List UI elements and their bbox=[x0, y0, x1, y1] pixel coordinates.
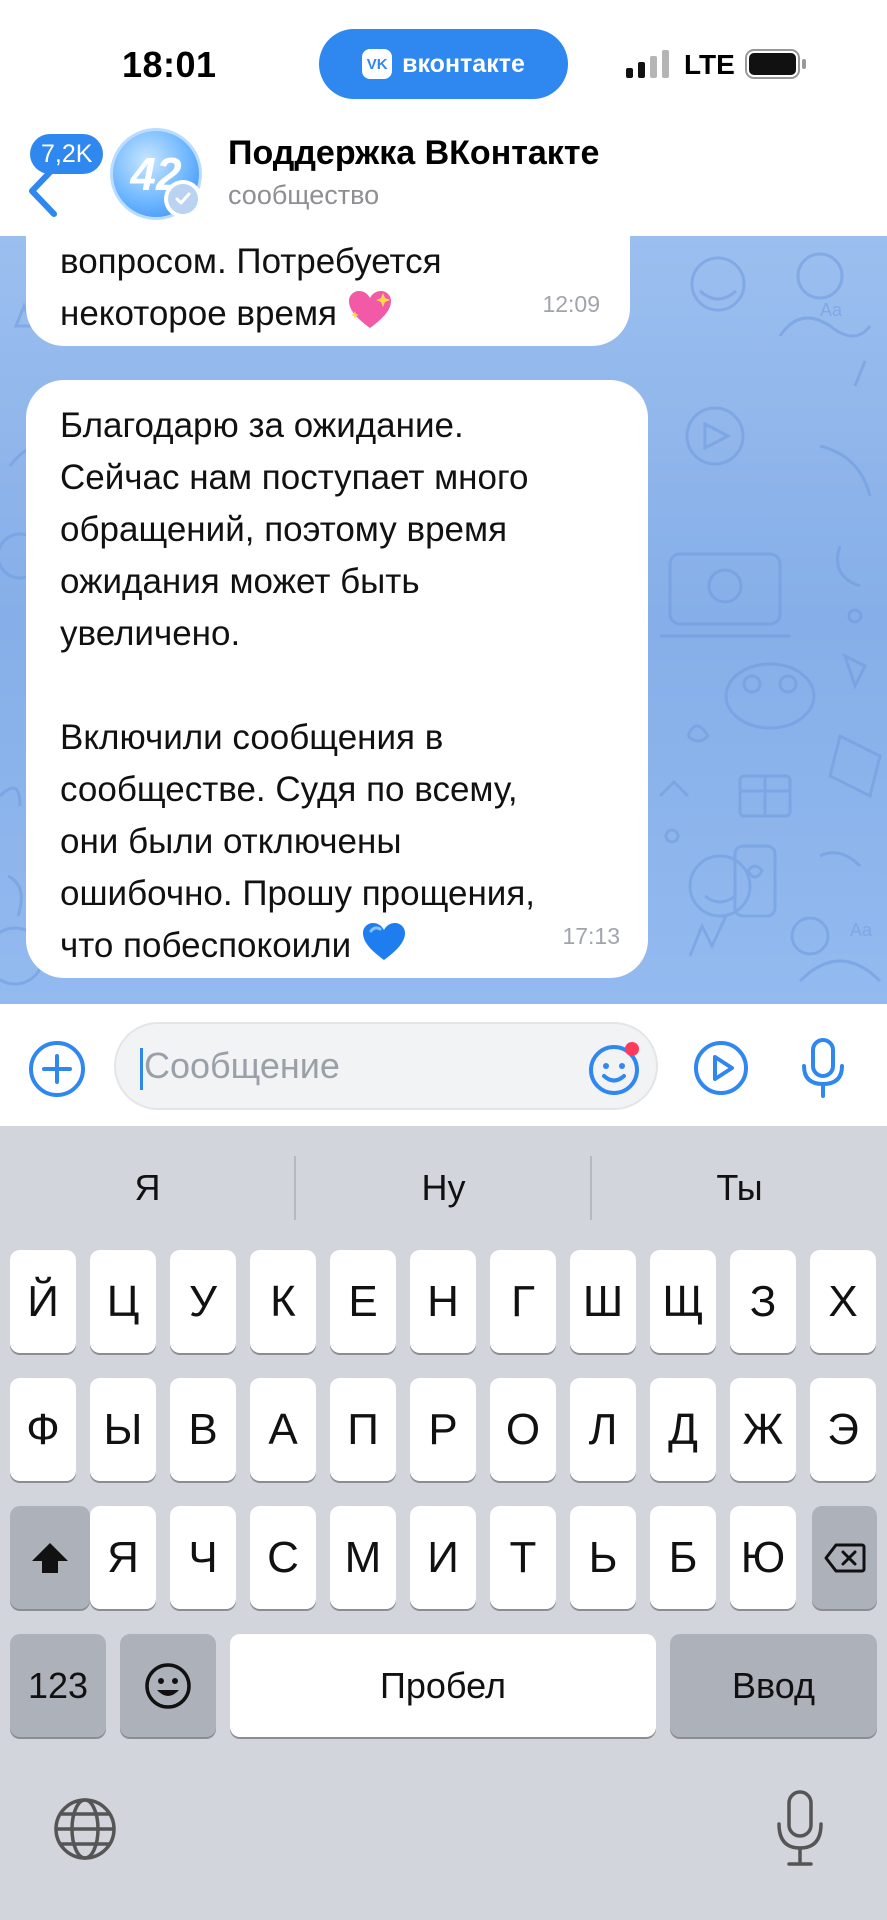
verified-check-icon bbox=[175, 192, 191, 205]
backspace-key[interactable] bbox=[812, 1506, 877, 1609]
key[interactable]: Ю bbox=[730, 1506, 796, 1609]
numbers-key[interactable]: 123 bbox=[10, 1634, 106, 1737]
key[interactable]: Д bbox=[650, 1378, 716, 1481]
key[interactable]: Л bbox=[570, 1378, 636, 1481]
key[interactable]: И bbox=[410, 1506, 476, 1609]
key[interactable]: Р bbox=[410, 1378, 476, 1481]
unread-count-badge[interactable]: 7,2K bbox=[30, 134, 104, 174]
key[interactable]: Э bbox=[810, 1378, 876, 1481]
key[interactable]: П bbox=[330, 1378, 396, 1481]
message-line: ожидания может быть bbox=[60, 562, 420, 601]
message-line: сообществе. Судя по всему, bbox=[60, 770, 518, 809]
message-line: увеличено. bbox=[60, 614, 241, 653]
message-line: некоторое время bbox=[60, 294, 337, 333]
play-circle-icon[interactable] bbox=[693, 1040, 749, 1096]
svg-text:Aa: Aa bbox=[850, 920, 873, 940]
key[interactable]: С bbox=[250, 1506, 316, 1609]
key[interactable]: Ч bbox=[170, 1506, 236, 1609]
key[interactable]: Ш bbox=[570, 1250, 636, 1353]
key[interactable]: Ь bbox=[570, 1506, 636, 1609]
globe-icon[interactable] bbox=[52, 1796, 118, 1862]
suggestion-item[interactable]: Я bbox=[0, 1156, 295, 1220]
key[interactable]: Т bbox=[490, 1506, 556, 1609]
key[interactable]: У bbox=[170, 1250, 236, 1353]
key[interactable]: Г bbox=[490, 1250, 556, 1353]
chat-title[interactable]: Поддержка ВКонтакте bbox=[228, 134, 599, 173]
message-line: Включили сообщения в bbox=[60, 718, 444, 757]
battery-icon bbox=[745, 49, 806, 79]
key[interactable]: Ы bbox=[90, 1378, 156, 1481]
key[interactable]: О bbox=[490, 1378, 556, 1481]
key[interactable]: Ж bbox=[730, 1378, 796, 1481]
vk-app-pill[interactable]: VK вконтакте bbox=[319, 29, 568, 99]
space-key[interactable]: Пробел bbox=[230, 1634, 656, 1737]
key[interactable]: А bbox=[250, 1378, 316, 1481]
network-type: LTE bbox=[684, 49, 735, 80]
key[interactable]: Ц bbox=[90, 1250, 156, 1353]
dictation-mic-icon[interactable] bbox=[775, 1790, 825, 1868]
message-line: что побеспокоили bbox=[60, 926, 352, 965]
vk-pill-label: вконтакте bbox=[402, 49, 525, 78]
composer-bar bbox=[0, 1004, 887, 1126]
sparkling-heart-emoji bbox=[348, 291, 391, 328]
suggestion-item[interactable]: Ты bbox=[592, 1156, 887, 1220]
keyboard: Я Ну Ты Й Ц У К Е Н Г Ш Щ З Х Ф Ы В А П … bbox=[0, 1126, 887, 1920]
microphone-icon[interactable] bbox=[800, 1038, 846, 1100]
key[interactable]: Я bbox=[90, 1506, 156, 1609]
message-line: ошибочно. Прошу прощения, bbox=[60, 874, 536, 913]
key[interactable]: Щ bbox=[650, 1250, 716, 1353]
key[interactable]: Й bbox=[10, 1250, 76, 1353]
emoji-key[interactable] bbox=[120, 1634, 216, 1737]
key[interactable]: Н bbox=[410, 1250, 476, 1353]
message-line: Сейчас нам поступает много bbox=[60, 458, 529, 497]
verified-badge bbox=[164, 180, 202, 218]
shift-key[interactable] bbox=[10, 1506, 90, 1609]
key[interactable]: Б bbox=[650, 1506, 716, 1609]
emoji-keyboard-icon bbox=[145, 1662, 191, 1709]
message-line: Благодарю за ожидание. bbox=[60, 406, 464, 445]
chat-area[interactable]: Aa Aa вопросом. Потребуется некоторое вр… bbox=[0, 236, 887, 1004]
key[interactable]: Е bbox=[330, 1250, 396, 1353]
chat-subtitle: сообщество bbox=[228, 180, 380, 210]
message-line: они были отключены bbox=[60, 822, 402, 861]
message-line: вопросом. Потребуется bbox=[60, 242, 442, 281]
backspace-icon bbox=[824, 1543, 865, 1572]
signal-icon bbox=[626, 50, 669, 78]
chat-header: 7,2K 42 Поддержка ВКонтакте сообщество bbox=[0, 118, 887, 236]
message-bubble[interactable]: вопросом. Потребуется некоторое время 12… bbox=[26, 236, 630, 346]
suggestion-bar: Я Ну Ты bbox=[0, 1126, 887, 1250]
message-time: 17:13 bbox=[562, 923, 620, 949]
key[interactable]: В bbox=[170, 1378, 236, 1481]
message-input[interactable] bbox=[144, 1024, 564, 1108]
text-caret bbox=[140, 1048, 143, 1090]
status-time: 18:01 bbox=[122, 44, 217, 85]
key[interactable]: Х bbox=[810, 1250, 876, 1353]
key[interactable]: М bbox=[330, 1506, 396, 1609]
suggestion-item[interactable]: Ну bbox=[296, 1156, 591, 1220]
svg-text:Aa: Aa bbox=[820, 300, 843, 320]
blue-heart-emoji bbox=[362, 923, 405, 960]
status-bar: 18:01 VK вконтакте LTE bbox=[0, 0, 887, 118]
sticker-smile-icon[interactable] bbox=[586, 1040, 642, 1096]
key[interactable]: К bbox=[250, 1250, 316, 1353]
key[interactable]: З bbox=[730, 1250, 796, 1353]
add-attachment-icon[interactable] bbox=[28, 1040, 86, 1098]
key[interactable]: Ф bbox=[10, 1378, 76, 1481]
vk-logo-icon: VK bbox=[362, 49, 393, 79]
message-bubble[interactable]: Благодарю за ожидание. Сейчас нам поступ… bbox=[26, 380, 648, 978]
message-field[interactable] bbox=[114, 1022, 658, 1110]
shift-icon bbox=[32, 1542, 68, 1573]
message-time: 12:09 bbox=[542, 291, 600, 317]
message-line: обращений, поэтому время bbox=[60, 510, 508, 549]
return-key[interactable]: Ввод bbox=[670, 1634, 877, 1737]
